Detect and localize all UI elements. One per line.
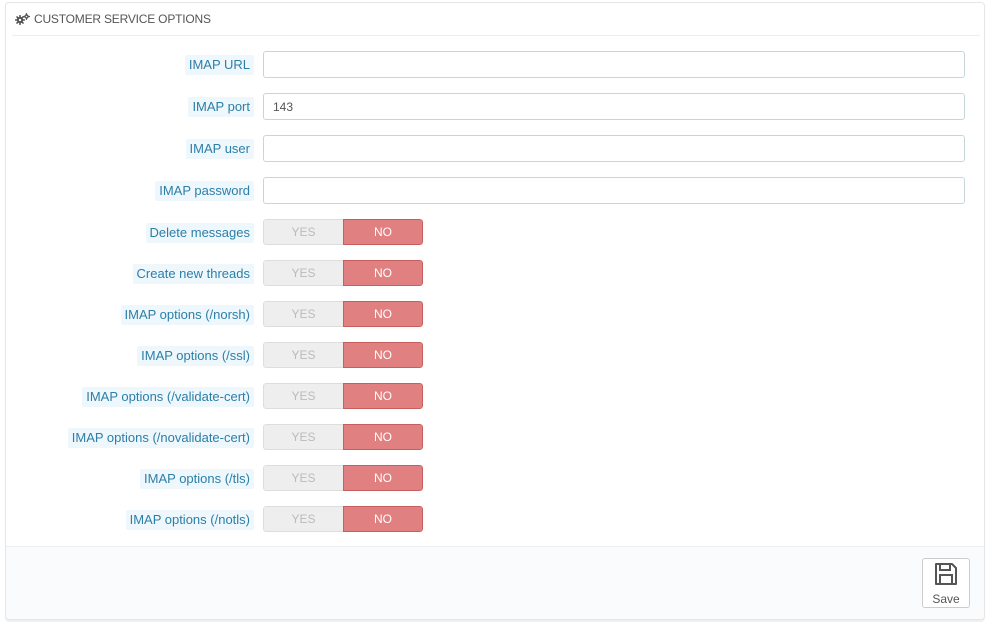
switch-no-option[interactable]: NO [343,465,423,491]
switch-no-option[interactable]: NO [343,219,423,245]
switch-yes-option[interactable]: YES [263,506,343,532]
row-imap-novalidate-cert: IMAP options (/novalidate-cert) YES NO [6,424,984,451]
customer-service-options-panel: CUSTOMER SERVICE OPTIONS IMAP URL IMAP p… [5,2,985,620]
switch-no-option[interactable]: NO [343,301,423,327]
imap-novalidate-cert-label: IMAP options (/novalidate-cert) [67,427,254,448]
delete-messages-switch[interactable]: YES NO [263,219,423,245]
switch-yes-option[interactable]: YES [263,465,343,491]
save-label: Save [932,591,960,606]
imap-notls-label: IMAP options (/notls) [125,509,254,530]
row-imap-password: IMAP password [6,177,984,204]
imap-ssl-label: IMAP options (/ssl) [137,345,254,366]
switch-yes-option[interactable]: YES [263,424,343,450]
switch-yes-option[interactable]: YES [263,219,343,245]
row-imap-ssl: IMAP options (/ssl) YES NO [6,342,984,369]
imap-url-input[interactable] [263,51,965,78]
row-imap-norsh: IMAP options (/norsh) YES NO [6,301,984,328]
imap-validate-cert-label: IMAP options (/validate-cert) [82,386,254,407]
panel-footer: Save [6,546,984,619]
imap-password-input[interactable] [263,177,965,204]
imap-norsh-label: IMAP options (/norsh) [120,304,254,325]
row-imap-notls: IMAP options (/notls) YES NO [6,506,984,533]
row-imap-tls: IMAP options (/tls) YES NO [6,465,984,492]
imap-notls-switch[interactable]: YES NO [263,506,423,532]
switch-no-option[interactable]: NO [343,342,423,368]
delete-messages-label: Delete messages [145,222,254,243]
imap-novalidate-cert-switch[interactable]: YES NO [263,424,423,450]
imap-port-label: IMAP port [188,96,254,117]
switch-no-option[interactable]: NO [343,383,423,409]
switch-no-option[interactable]: NO [343,424,423,450]
switch-yes-option[interactable]: YES [263,260,343,286]
create-new-threads-switch[interactable]: YES NO [263,260,423,286]
imap-tls-switch[interactable]: YES NO [263,465,423,491]
imap-user-label: IMAP user [185,138,254,159]
row-imap-validate-cert: IMAP options (/validate-cert) YES NO [6,383,984,410]
imap-port-input[interactable] [263,93,965,120]
imap-url-label: IMAP URL [184,54,254,75]
create-new-threads-label: Create new threads [132,263,254,284]
panel-title: CUSTOMER SERVICE OPTIONS [34,12,211,26]
row-imap-url: IMAP URL [6,51,984,78]
imap-validate-cert-switch[interactable]: YES NO [263,383,423,409]
switch-yes-option[interactable]: YES [263,301,343,327]
imap-password-label: IMAP password [155,180,254,201]
row-imap-user: IMAP user [6,135,984,162]
imap-tls-label: IMAP options (/tls) [140,468,254,489]
imap-ssl-switch[interactable]: YES NO [263,342,423,368]
row-create-new-threads: Create new threads YES NO [6,260,984,287]
imap-norsh-switch[interactable]: YES NO [263,301,423,327]
save-button[interactable]: Save [922,558,970,608]
panel-heading: CUSTOMER SERVICE OPTIONS [12,3,980,36]
floppy-disk-icon [933,561,959,592]
switch-yes-option[interactable]: YES [263,342,343,368]
imap-user-input[interactable] [263,135,965,162]
switch-yes-option[interactable]: YES [263,383,343,409]
cogs-icon [15,13,30,25]
row-imap-port: IMAP port [6,93,984,120]
row-delete-messages: Delete messages YES NO [6,219,984,246]
switch-no-option[interactable]: NO [343,506,423,532]
switch-no-option[interactable]: NO [343,260,423,286]
